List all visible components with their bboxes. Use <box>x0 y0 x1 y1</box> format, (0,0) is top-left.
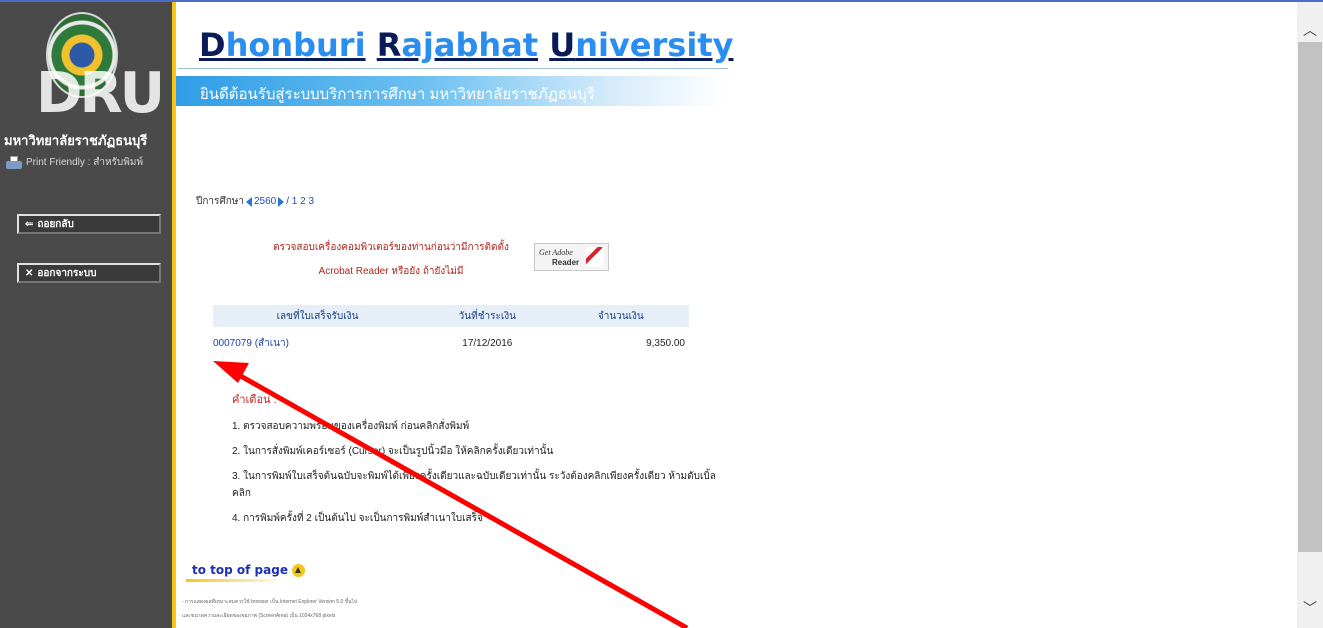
receipt-cell: 0007079 (สำเนา) <box>213 327 422 359</box>
up-arrow-circle-icon <box>291 563 305 577</box>
close-icon: ✕ <box>25 267 34 279</box>
print-friendly-label: Print Friendly : สำหรับพิมพ์ <box>26 157 144 168</box>
logout-button-label: ออกจากระบบ <box>37 267 97 279</box>
logo-text: DRU <box>36 61 165 126</box>
title-letter-r: R <box>376 26 402 64</box>
table-header-row: เลขที่ใบเสร็จรับเงิน วันที่ชำระเงิน จำนว… <box>213 305 689 327</box>
warning-item-1: 1. ตรวจสอบความพร้อมของเครื่องพิมพ์ ก่อนค… <box>232 421 470 432</box>
chevron-down-icon[interactable]: ﹀ <box>1297 598 1323 622</box>
top-border <box>0 0 1323 2</box>
university-logo: DRU <box>36 12 165 126</box>
welcome-banner: ยินดีต้อนรับสู่ระบบบริการการศึกษา มหาวิท… <box>176 76 726 106</box>
amount-cell: 9,350.00 <box>646 337 685 349</box>
warning-item-4: 4. การพิมพ์ครั้งที่ 2 เป็นต้นไป จะเป็นกา… <box>232 513 483 524</box>
adobe-reader-icon <box>586 247 604 267</box>
to-top-label: to top of page <box>192 563 288 577</box>
to-top-of-page-link[interactable]: to top of page <box>192 563 305 577</box>
header-payment-date: วันที่ชำระเงิน <box>422 305 553 327</box>
footer-note-2: และขนาดความละเอียดของจอภาพ (ScreenArea) … <box>182 613 336 619</box>
payment-date-cell: 17/12/2016 <box>462 337 513 349</box>
back-button[interactable]: ⇐ ถอยกลับ <box>17 214 161 234</box>
title-word-honburi: honburi <box>225 26 366 64</box>
welcome-text: ยินดีต้อนรับสู่ระบบบริการการศึกษา มหาวิท… <box>200 86 595 103</box>
warning-title: คำเตือน : <box>232 394 277 406</box>
chevron-up-icon[interactable]: ︿ <box>1297 20 1323 44</box>
academic-year-selector: ปีการศึกษา 2560 / 1 2 3 <box>196 194 314 209</box>
triangle-right-icon[interactable] <box>278 196 285 207</box>
annotation-arrow-head <box>213 361 249 383</box>
title-word-ajabhat: ajabhat <box>401 26 539 64</box>
title-divider <box>178 68 728 69</box>
receipt-table: เลขที่ใบเสร็จรับเงิน วันที่ชำระเงิน จำนว… <box>213 305 689 359</box>
warning-list: 1. ตรวจสอบความพร้อมของเครื่องพิมพ์ ก่อนค… <box>218 418 732 535</box>
receipt-link[interactable]: 0007079 (สำเนา) <box>213 338 289 349</box>
page-title: Dhonburi Rajabhat University <box>199 26 733 64</box>
acrobat-notice-line2: Acrobat Reader หรือยัง ถ้ายังไม่มี <box>318 266 464 277</box>
header-receipt-number: เลขที่ใบเสร็จรับเงิน <box>213 305 423 327</box>
academic-year-label: ปีการศึกษา <box>196 196 244 207</box>
back-arrow-icon: ⇐ <box>25 218 34 230</box>
printer-icon <box>6 156 22 169</box>
acrobat-notice-line1: ตรวจสอบเครื่องคอมพิวเตอร์ของท่านก่อนว่าม… <box>273 242 509 253</box>
title-letter-d: D <box>199 26 226 64</box>
table-row: 0007079 (สำเนา) 17/12/2016 9,350.00 <box>213 327 689 359</box>
warning-item-3: 3. ในการพิมพ์ใบเสร็จต้นฉบับจะพิมพ์ได้เพี… <box>232 471 716 499</box>
warning-item-2: 2. ในการสั่งพิมพ์เคอร์เซอร์ (Cursor) จะเ… <box>232 446 554 457</box>
acrobat-notice: ตรวจสอบเครื่องคอมพิวเตอร์ของท่านก่อนว่าม… <box>256 236 526 284</box>
adobe-badge-reader: Reader <box>552 258 580 267</box>
semester-pages[interactable]: / 1 2 3 <box>286 196 314 207</box>
print-friendly-link[interactable]: Print Friendly : สำหรับพิมพ์ <box>6 155 172 170</box>
title-word-niversity: niversity <box>575 26 734 64</box>
back-button-label: ถอยกลับ <box>37 218 74 230</box>
vertical-scrollbar[interactable]: ︿ ﹀ <box>1297 2 1323 628</box>
to-top-underline <box>186 579 286 582</box>
academic-year-value[interactable]: 2560 <box>254 196 276 207</box>
sidebar: DRU มหาวิทยาลัยราชภัฏธนบุรี Print Friend… <box>0 2 172 628</box>
footer-note-1: - การแสดงผลที่เหมาะสมควรใช้ browser เป็น… <box>182 599 358 605</box>
get-adobe-reader-button[interactable]: Get Adobe Reader <box>534 243 609 271</box>
university-name: มหาวิทยาลัยราชภัฏธนบุรี <box>4 133 148 148</box>
triangle-left-icon[interactable] <box>246 196 252 207</box>
title-letter-u: U <box>549 26 576 64</box>
header-amount: จำนวนเงิน <box>552 305 689 327</box>
scrollbar-thumb[interactable] <box>1298 42 1322 552</box>
adobe-badge-get: Get Adobe <box>539 248 573 257</box>
logout-button[interactable]: ✕ ออกจากระบบ <box>17 263 161 283</box>
